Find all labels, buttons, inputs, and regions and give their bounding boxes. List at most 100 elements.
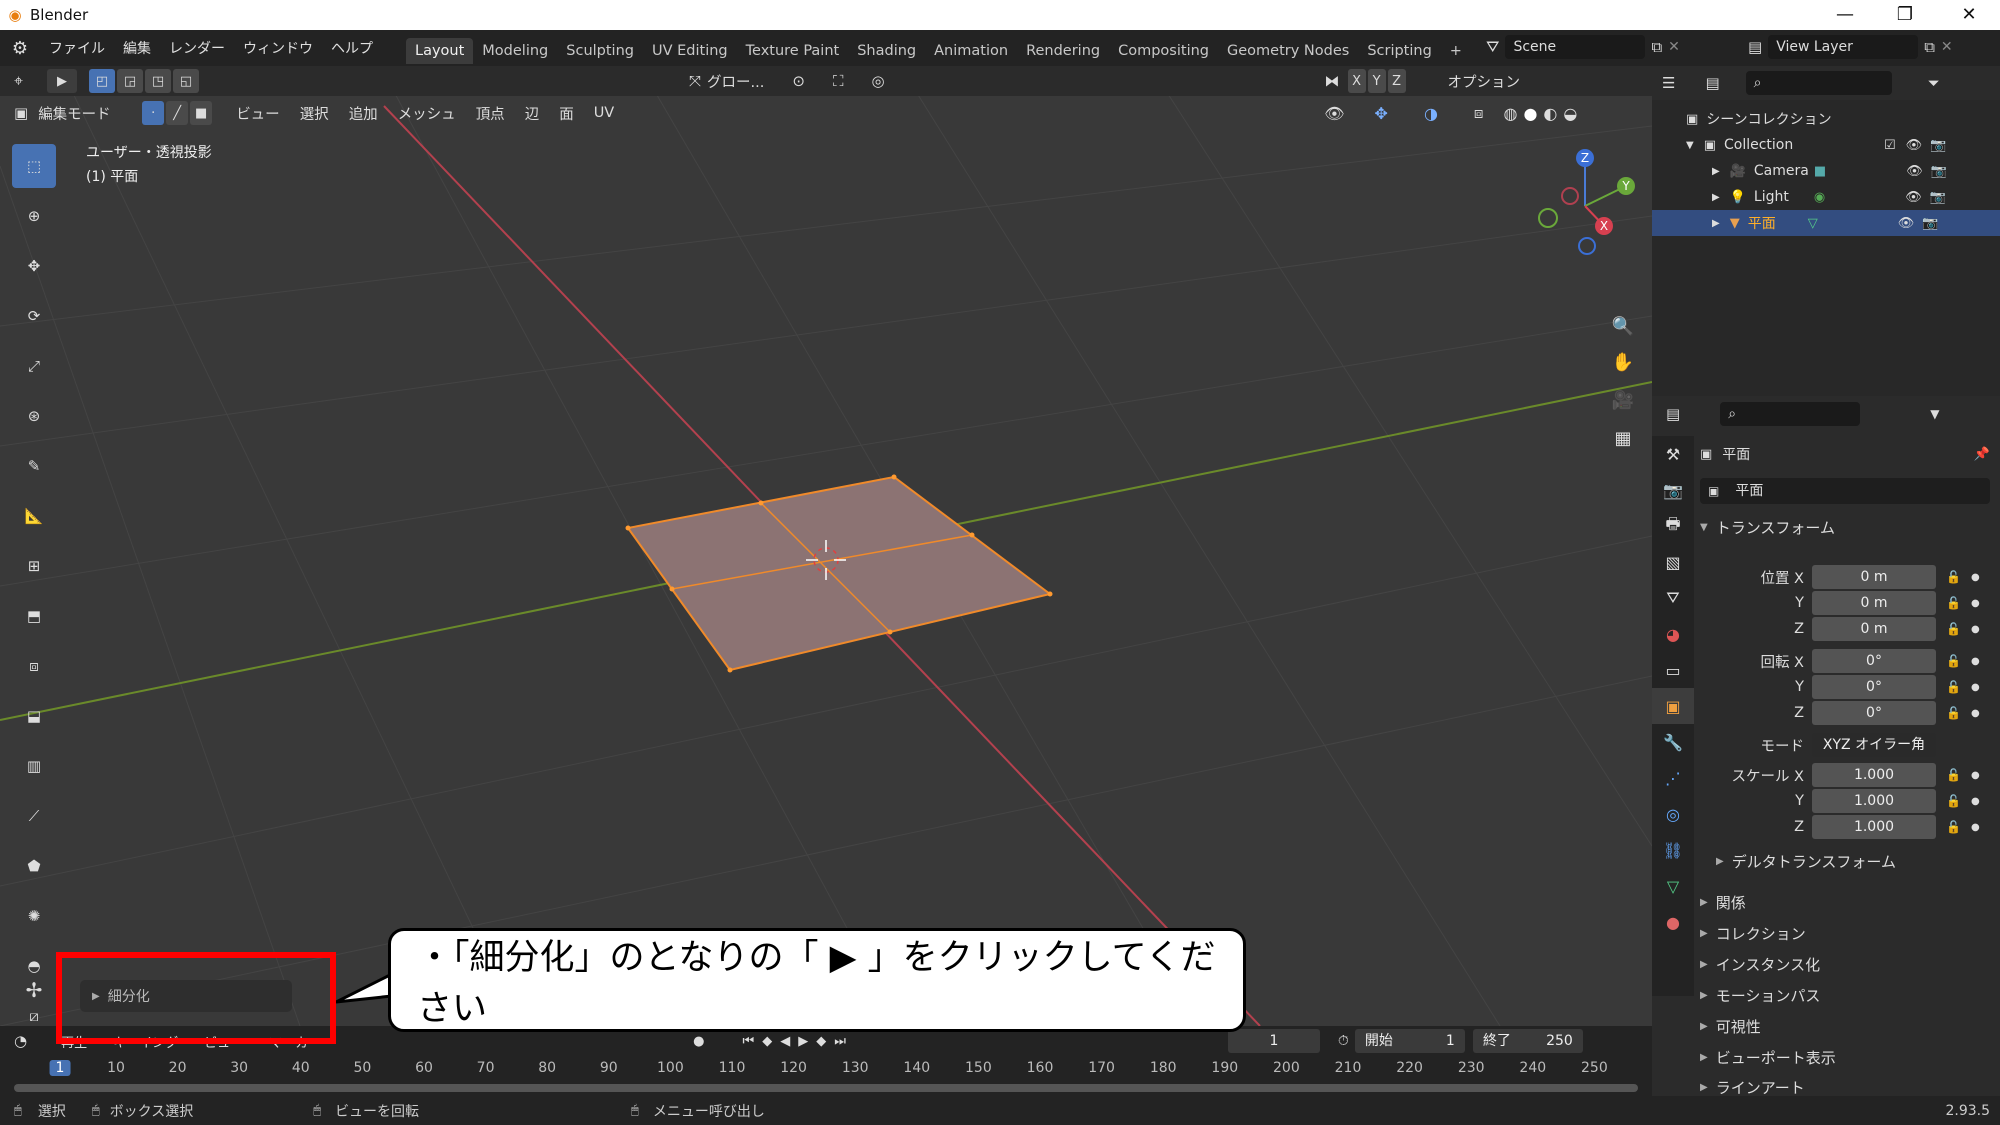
preview-range-icon[interactable]: ⏱ xyxy=(1338,1033,1349,1049)
select-extend-icon[interactable]: ◲ xyxy=(117,69,144,93)
world-tab-icon[interactable]: ◕ xyxy=(1652,616,1694,652)
zoom-icon[interactable]: 🔍 xyxy=(1606,316,1640,352)
visibility-icon[interactable]: 👁 xyxy=(1324,104,1344,123)
section-relations[interactable]: ▶ 関係 xyxy=(1700,887,1990,918)
select-new-icon[interactable]: ◰ xyxy=(89,69,116,93)
tab-compositing[interactable]: Compositing xyxy=(1109,38,1218,64)
add-cube-tool-icon[interactable]: ⊞ xyxy=(12,544,56,588)
outliner-item-plane[interactable]: ▶ ▼ 平面 ▽ 👁 📷 xyxy=(1652,210,2000,236)
plane-visibility-icon[interactable]: 👁 xyxy=(1898,216,1915,231)
particles-tab-icon[interactable]: ⋰ xyxy=(1652,760,1694,796)
properties-options-icon[interactable]: ▼ xyxy=(1930,407,1939,421)
menu-window[interactable]: ウィンドウ xyxy=(234,38,322,58)
keyframe-dot-icon[interactable]: ● xyxy=(1971,770,1980,781)
scale-tool-icon[interactable]: ⤢ xyxy=(12,344,56,388)
scale-y-field[interactable]: 1.000 xyxy=(1812,789,1936,813)
select-tool-icon[interactable]: ▶ xyxy=(47,69,78,93)
camera-expand-icon[interactable]: ▶ xyxy=(1712,166,1720,177)
lock-icon[interactable]: 🔓 xyxy=(1946,794,1961,808)
next-keyframe-icon[interactable]: ◆ xyxy=(816,1034,826,1049)
tab-sculpting[interactable]: Sculpting xyxy=(557,38,643,64)
frame-ruler[interactable]: 1 10 20 30 40 50 60 70 80 90 100 110 120 130 140 150 160… xyxy=(0,1058,1652,1084)
view-layer-tab-icon[interactable]: ▧ xyxy=(1652,544,1694,580)
viewport-menu-vertex[interactable]: 頂点 xyxy=(476,103,505,124)
transform-orientation-dropdown[interactable]: グロー... xyxy=(707,71,764,92)
edge-select-icon[interactable]: ╱ xyxy=(166,101,189,125)
vertex-select-icon[interactable]: · xyxy=(142,101,165,125)
minimize-button[interactable]: — xyxy=(1816,0,1874,30)
section-expand-icon[interactable]: ▶ xyxy=(1700,1021,1708,1032)
keyframe-dot-icon[interactable]: ● xyxy=(1971,796,1980,807)
keyframe-dot-icon[interactable]: ● xyxy=(1971,624,1980,635)
rotation-y-field[interactable]: 0° xyxy=(1812,675,1936,699)
new-scene-icon[interactable]: ⧉ xyxy=(1651,38,1662,56)
rotate-tool-icon[interactable]: ⟳ xyxy=(12,294,56,338)
maximize-button[interactable]: ❐ xyxy=(1876,0,1934,30)
xray-toggle-icon[interactable]: ⧈ xyxy=(1474,104,1484,122)
plane-expand-icon[interactable]: ▶ xyxy=(1712,218,1720,229)
lock-icon[interactable]: 🔓 xyxy=(1946,680,1961,694)
section-expand-icon[interactable]: ▶ xyxy=(1700,959,1708,970)
modifier-tab-icon[interactable]: 🔧 xyxy=(1652,724,1694,760)
extrude-tool-icon[interactable]: ⬒ xyxy=(12,594,56,638)
viewport-menu-select[interactable]: 選択 xyxy=(300,103,329,124)
cursor-tool-icon[interactable]: ⊕ xyxy=(12,194,56,238)
section-expand-icon[interactable]: ▶ xyxy=(1700,1082,1708,1093)
shading-material-icon[interactable]: ◐ xyxy=(1543,104,1557,123)
transform-collapse-icon[interactable]: ▼ xyxy=(1700,522,1708,533)
shading-solid-icon[interactable]: ● xyxy=(1523,104,1537,123)
keyframe-dot-icon[interactable]: ● xyxy=(1971,682,1980,693)
lock-icon[interactable]: 🔓 xyxy=(1946,654,1961,668)
collection-tab-icon[interactable]: ▭ xyxy=(1652,652,1694,688)
collection-visibility-icon[interactable]: 👁 xyxy=(1906,138,1923,153)
constraints-tab-icon[interactable]: ⛓ xyxy=(1652,832,1694,868)
axis-x-toggle[interactable]: X xyxy=(1347,69,1366,93)
annotate-tool-icon[interactable]: ✎ xyxy=(12,444,56,488)
end-frame-field[interactable]: 終了 250 xyxy=(1472,1029,1583,1053)
tab-shading[interactable]: Shading xyxy=(848,38,925,64)
keyframe-dot-icon[interactable]: ● xyxy=(1971,822,1980,833)
material-tab-icon[interactable]: ● xyxy=(1652,904,1694,940)
light-expand-icon[interactable]: ▶ xyxy=(1712,192,1720,203)
tab-texture-paint[interactable]: Texture Paint xyxy=(737,38,849,64)
section-expand-icon[interactable]: ▶ xyxy=(1700,897,1708,908)
location-x-field[interactable]: 0 m xyxy=(1812,565,1936,589)
location-z-field[interactable]: 0 m xyxy=(1812,617,1936,641)
play-reverse-icon[interactable]: ◀ xyxy=(780,1034,790,1049)
tool-tab-icon[interactable]: ⚒ xyxy=(1652,436,1694,472)
outliner-item-camera[interactable]: ▶ 🎥 Camera ■ 👁 📷 xyxy=(1652,158,2000,184)
section-expand-icon[interactable]: ▶ xyxy=(1700,928,1708,939)
menu-render[interactable]: レンダー xyxy=(160,38,234,58)
scene-tab-icon[interactable]: ⛛ xyxy=(1652,580,1694,616)
outliner-editor-icon[interactable]: ☰ xyxy=(1662,74,1675,92)
proportional-edit-icon[interactable]: ◎ xyxy=(871,72,884,90)
output-tab-icon[interactable]: 🖶 xyxy=(1652,508,1694,544)
section-motion-paths[interactable]: ▶ モーションパス xyxy=(1700,980,1990,1011)
collection-checkbox[interactable]: ☑ xyxy=(1884,138,1896,153)
select-intersect-icon[interactable]: ◱ xyxy=(173,69,200,93)
record-icon[interactable]: ● xyxy=(693,1034,704,1049)
scale-x-field[interactable]: 1.000 xyxy=(1812,763,1936,787)
tab-animation[interactable]: Animation xyxy=(925,38,1017,64)
snap-icon[interactable]: ⛶ xyxy=(833,72,844,90)
close-button[interactable]: ✕ xyxy=(1940,0,1998,30)
ortho-toggle-icon[interactable]: ▦ xyxy=(1606,428,1640,466)
3d-viewport[interactable]: ⌖ ▶ ◰ ◲ ◳ ◱ ⤧ グロー... ⊙ ⛶ ◎ ⧓ X Y Z オプション… xyxy=(0,66,1652,1026)
axis-z-toggle[interactable]: Z xyxy=(1387,69,1406,93)
view-layer-field[interactable]: View Layer xyxy=(1768,35,1919,59)
rotation-z-field[interactable]: 0° xyxy=(1812,701,1936,725)
section-viewport-display[interactable]: ▶ ビューポート表示 xyxy=(1700,1042,1990,1073)
rotation-x-field[interactable]: 0° xyxy=(1812,649,1936,673)
inset-tool-icon[interactable]: ⧈ xyxy=(12,644,56,688)
move-tool-icon[interactable]: ✥ xyxy=(12,244,56,288)
lock-icon[interactable]: 🔓 xyxy=(1946,622,1961,636)
tab-layout[interactable]: Layout xyxy=(406,38,474,64)
lock-icon[interactable]: 🔓 xyxy=(1946,768,1961,782)
loop-cut-tool-icon[interactable]: ▥ xyxy=(12,744,56,788)
rotation-mode-dropdown[interactable]: XYZ オイラー角 xyxy=(1812,733,1936,757)
keyframe-dot-icon[interactable]: ● xyxy=(1971,572,1980,583)
viewport-menu-add[interactable]: 追加 xyxy=(349,103,378,124)
face-select-icon[interactable]: ■ xyxy=(190,101,213,125)
tab-modeling[interactable]: Modeling xyxy=(473,38,557,64)
properties-editor-icon[interactable]: ▤ xyxy=(1666,405,1680,423)
